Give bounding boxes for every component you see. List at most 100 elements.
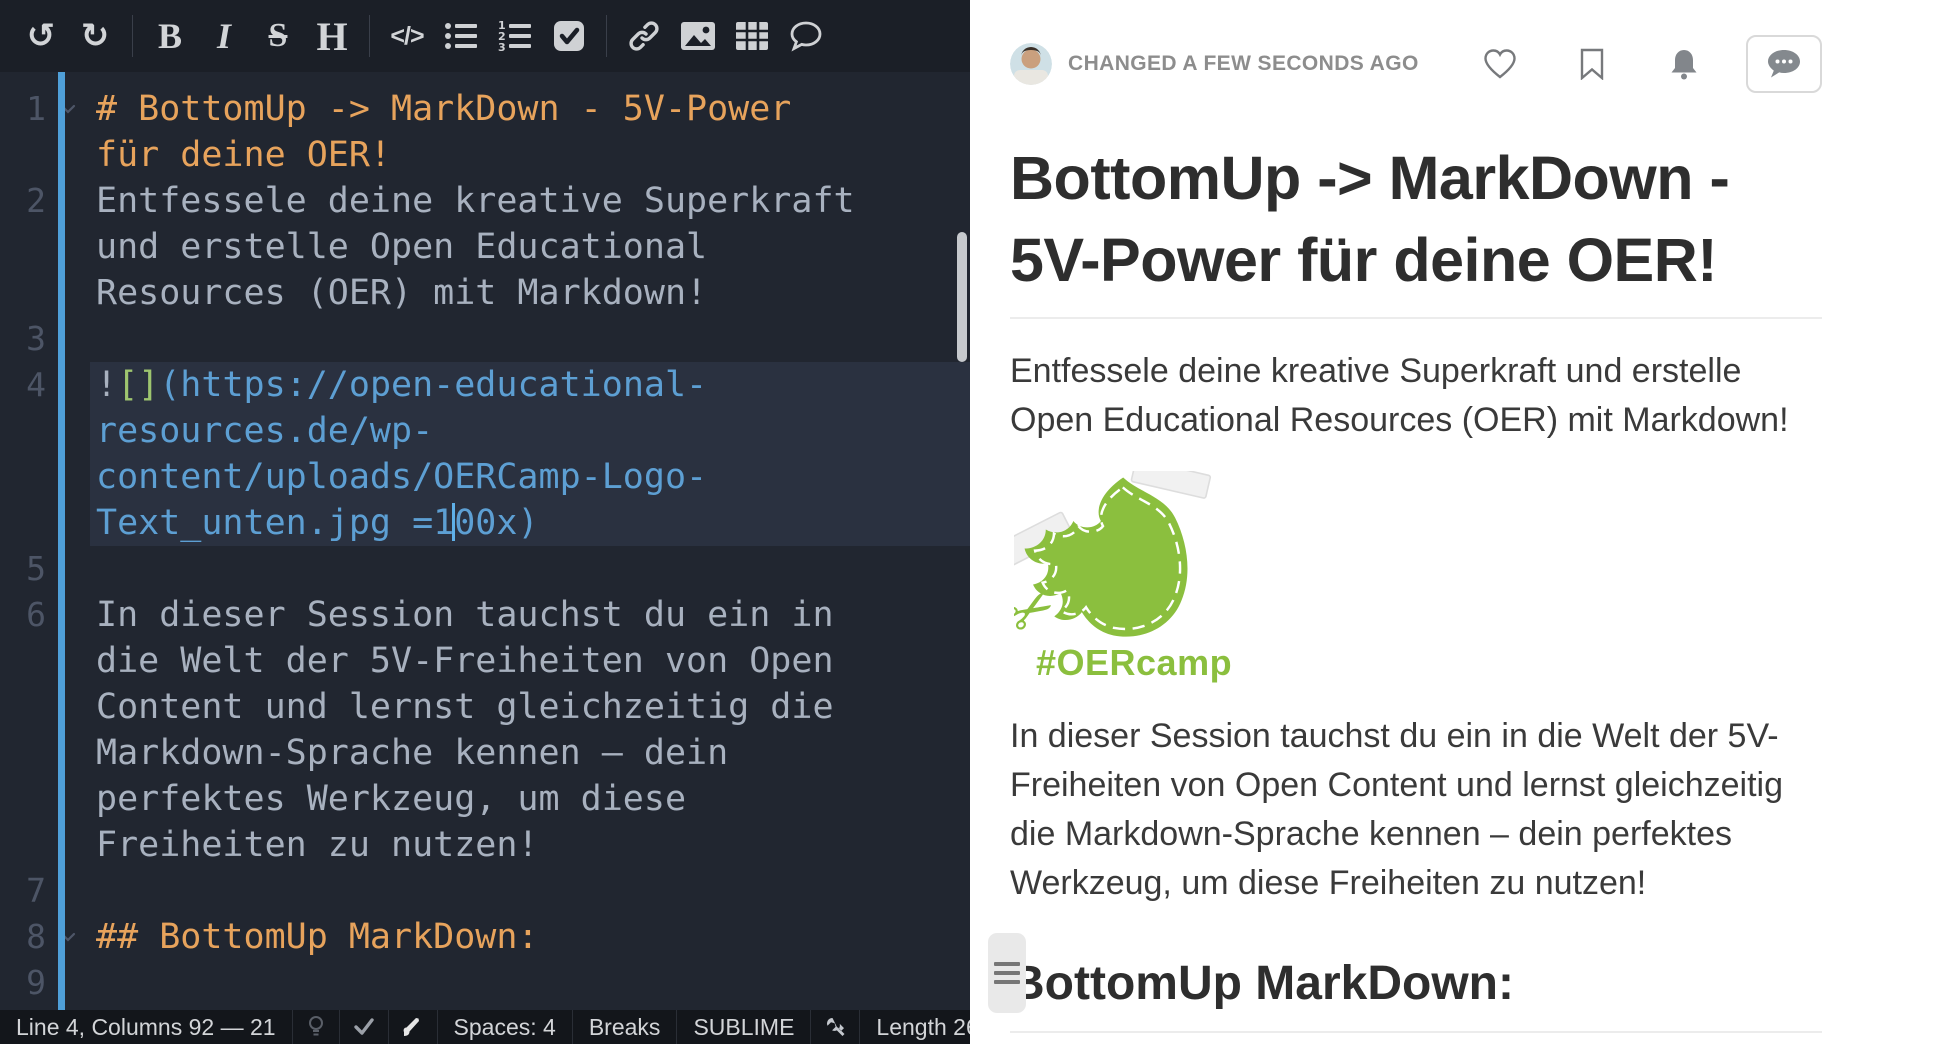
editor-line-5[interactable]: 5 — [0, 546, 970, 592]
keymap-setting[interactable]: SUBLIME — [677, 1010, 811, 1044]
line-number: 10 — [0, 1006, 46, 1010]
line-number: 5 — [0, 546, 46, 592]
editor-line-8[interactable]: 8## BottomUp MarkDown: — [0, 914, 970, 960]
code-icon: </> — [390, 22, 423, 51]
bold-button[interactable]: B — [143, 9, 197, 63]
editor-line-3[interactable]: 3 — [0, 316, 970, 362]
code-text: # BottomUp -> MarkDown - 5V-Power — [90, 86, 970, 132]
line-number: 8 — [0, 914, 46, 960]
comment-icon — [789, 20, 823, 52]
check-list-icon — [553, 20, 585, 52]
editor-line-10[interactable]: 10**Verwahren & Vervielfältigen** — [0, 1006, 970, 1010]
fold-gutter — [46, 408, 90, 454]
code-text — [90, 316, 970, 362]
note-title: BottomUp -> MarkDown - 5V-Power für dein… — [1010, 138, 1830, 301]
last-changed-label: CHANGED A FEW SECONDS AGO — [1068, 52, 1419, 76]
line-number — [0, 776, 46, 822]
redo-button[interactable]: ↻ — [68, 9, 122, 63]
fold-gutter — [46, 1006, 90, 1010]
code-text: für deine OER! — [90, 132, 970, 178]
toolbar-separator — [132, 15, 133, 57]
note-info-header: CHANGED A FEW SECONDS AGO — [1010, 40, 1822, 88]
fold-gutter — [46, 362, 90, 408]
line-number — [0, 454, 46, 500]
oercamp-logo-caption: #OERcamp — [1036, 642, 1244, 684]
code-text: die Welt der 5V-Freiheiten von Open — [90, 638, 970, 684]
heading-button[interactable]: H — [305, 9, 359, 63]
numbered-list-button[interactable]: 123 — [488, 9, 542, 63]
bookmark-icon — [1579, 48, 1605, 80]
strikethrough-icon: S — [269, 17, 288, 55]
strikethrough-button[interactable]: S — [251, 9, 305, 63]
link-icon — [627, 19, 661, 53]
fold-chevron-icon[interactable] — [46, 86, 90, 132]
fold-gutter — [46, 132, 90, 178]
spellcheck-button[interactable] — [340, 1010, 389, 1044]
code-text: content/uploads/OERCamp-Logo- — [90, 454, 970, 500]
code-block-button[interactable]: </> — [380, 9, 434, 63]
bookmark-button[interactable] — [1572, 44, 1612, 84]
redo-icon: ↻ — [81, 16, 110, 56]
fold-gutter — [46, 270, 90, 316]
editor-line-7[interactable]: 7 — [0, 868, 970, 914]
line-number — [0, 684, 46, 730]
lightbulb-icon — [306, 1015, 326, 1039]
toolbar-separator — [606, 15, 607, 57]
linebreak-setting[interactable]: Breaks — [573, 1010, 678, 1044]
heading-icon: H — [316, 13, 347, 60]
bullet-list-button[interactable] — [434, 9, 488, 63]
night-mode-button[interactable] — [293, 1010, 340, 1044]
fold-gutter — [46, 316, 90, 362]
editor-line-9[interactable]: 9 — [0, 960, 970, 1006]
code-text: resources.de/wp- — [90, 408, 970, 454]
line-number: 1 — [0, 86, 46, 132]
comment-button[interactable] — [779, 9, 833, 63]
bold-icon: B — [158, 15, 182, 57]
table-button[interactable] — [725, 9, 779, 63]
code-text: und erstelle Open Educational — [90, 224, 970, 270]
preferences-button[interactable] — [811, 1010, 860, 1044]
avatar[interactable] — [1010, 43, 1052, 85]
subscribe-button[interactable] — [1664, 44, 1704, 84]
session-paragraph: In dieser Session tauchst du ein in die … — [1010, 712, 1826, 908]
hamburger-icon — [994, 962, 1020, 984]
title-divider — [1010, 317, 1822, 319]
line-number — [0, 408, 46, 454]
code-text: Text_unten.jpg =100x) — [90, 500, 970, 546]
line-number — [0, 822, 46, 868]
code-text: Entfessele deine kreative Superkraft — [90, 178, 970, 224]
check-list-button[interactable] — [542, 9, 596, 63]
paintbrush-icon — [402, 1016, 424, 1038]
line-number: 7 — [0, 868, 46, 914]
image-icon — [680, 21, 716, 51]
italic-button[interactable]: I — [197, 9, 251, 63]
undo-icon: ↺ — [27, 16, 56, 56]
image-button[interactable] — [671, 9, 725, 63]
toc-toggle-tab[interactable] — [988, 933, 1026, 1013]
numbered-list-icon: 123 — [498, 20, 532, 52]
editor-pane: ↺ ↻ B I S H </> 123 — [0, 0, 970, 1044]
theme-button[interactable] — [389, 1010, 438, 1044]
line-number — [0, 270, 46, 316]
preview-pane: CHANGED A FEW SECONDS AGO BottomUp -> Ma… — [970, 0, 1938, 1044]
toolbar-separator — [369, 15, 370, 57]
editor-line-1[interactable]: 1 # BottomUp -> MarkDown - 5V-Powerfür de… — [0, 86, 970, 178]
editor-line-6[interactable]: 6In dieser Session tauchst du ein indie … — [0, 592, 970, 868]
fold-chevron-icon[interactable] — [46, 914, 90, 960]
fold-gutter — [46, 546, 90, 592]
indent-setting[interactable]: Spaces: 4 — [438, 1010, 573, 1044]
fold-gutter — [46, 500, 90, 546]
editor-line-4[interactable]: 4![](https://open-educational-resources.… — [0, 362, 970, 546]
undo-button[interactable]: ↺ — [14, 9, 68, 63]
link-button[interactable] — [617, 9, 671, 63]
svg-text:3: 3 — [498, 41, 506, 52]
heart-icon — [1483, 48, 1517, 80]
editor-scrollbar[interactable] — [957, 232, 967, 362]
fold-gutter — [46, 178, 90, 224]
code-editor[interactable]: 1 # BottomUp -> MarkDown - 5V-Powerfür de… — [0, 72, 970, 1010]
like-button[interactable] — [1480, 44, 1520, 84]
open-comments-button[interactable] — [1746, 35, 1822, 93]
line-number: 2 — [0, 178, 46, 224]
editor-line-2[interactable]: 2 Entfessele deine kreative Superkraftund… — [0, 178, 970, 316]
editor-lines: 1 # BottomUp -> MarkDown - 5V-Powerfür de… — [0, 86, 970, 1010]
